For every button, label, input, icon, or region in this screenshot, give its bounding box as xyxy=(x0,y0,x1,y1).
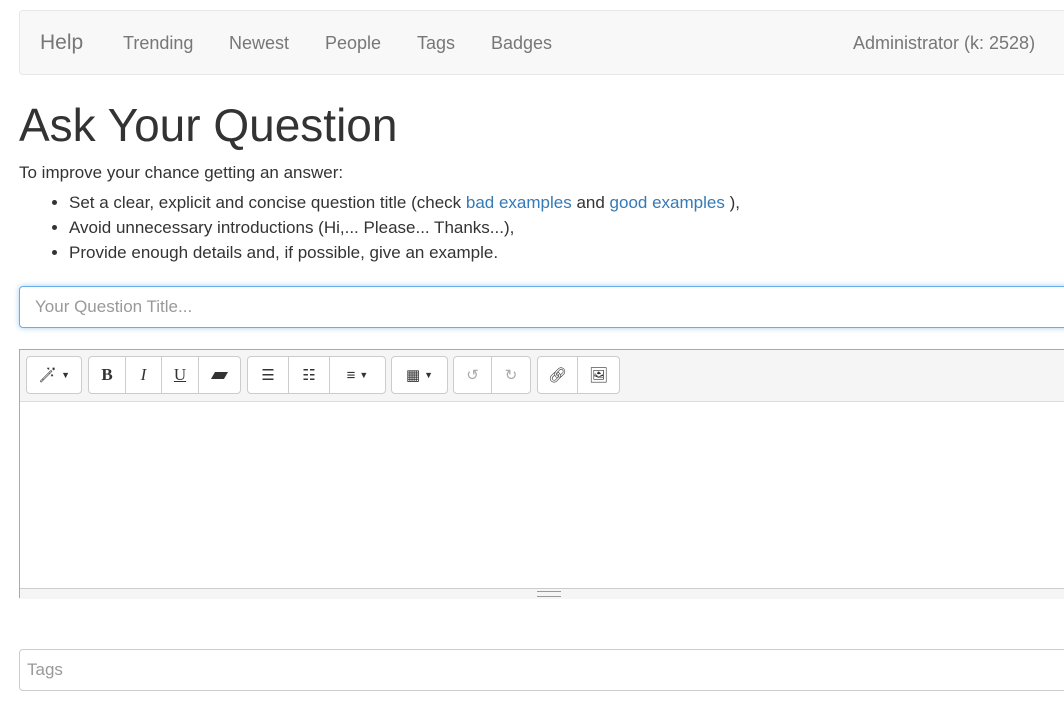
caret-down-icon: ▼ xyxy=(424,370,434,380)
nav-trending[interactable]: Trending xyxy=(123,33,193,54)
redo-icon: ↻ xyxy=(504,367,518,384)
redo-button[interactable]: ↻ xyxy=(492,357,530,393)
ordered-list-button[interactable]: ☷ xyxy=(289,357,330,393)
link-icon: 🔗︎ xyxy=(547,367,568,384)
undo-button[interactable]: ↺ xyxy=(454,357,492,393)
question-title-input[interactable] xyxy=(19,286,1064,328)
insert-group: 🔗︎ 🖼︎ xyxy=(537,356,620,394)
caret-down-icon: ▼ xyxy=(359,370,369,380)
table-icon: ▦ xyxy=(405,367,421,384)
style-group: 🪄︎ ▼ xyxy=(26,356,82,394)
image-icon: 🖼︎ xyxy=(588,367,609,384)
nav-people[interactable]: People xyxy=(325,33,381,54)
clear-format-button[interactable] xyxy=(199,357,240,393)
brand-link[interactable]: Help xyxy=(40,31,83,55)
tip-item: Set a clear, explicit and concise questi… xyxy=(69,190,740,215)
rich-text-editor: 🪄︎ ▼ B I U ☰ ☷ ≡ ▼ ▦ ▼ ↺ ↻ 🔗︎ 🖼︎ xyxy=(19,349,1064,599)
paragraph-group: ☰ ☷ ≡ ▼ xyxy=(247,356,386,394)
link-button[interactable]: 🔗︎ xyxy=(538,357,578,393)
list-ol-icon: ☷ xyxy=(302,367,316,384)
bold-button[interactable]: B xyxy=(89,357,126,393)
good-examples-link[interactable]: good examples xyxy=(610,193,725,212)
unordered-list-button[interactable]: ☰ xyxy=(248,357,289,393)
list-ul-icon: ☰ xyxy=(261,367,275,384)
history-group: ↺ ↻ xyxy=(453,356,531,394)
bad-examples-link[interactable]: bad examples xyxy=(466,193,572,212)
tags-input[interactable] xyxy=(19,649,1064,691)
eraser-icon xyxy=(210,371,229,379)
magic-wand-icon: 🪄︎ xyxy=(38,367,58,384)
caret-down-icon: ▼ xyxy=(61,370,70,380)
table-button[interactable]: ▦ ▼ xyxy=(392,357,447,393)
tip-item: Provide enough details and, if possible,… xyxy=(69,240,740,265)
picture-button[interactable]: 🖼︎ xyxy=(578,357,619,393)
style-button[interactable]: 🪄︎ ▼ xyxy=(27,357,81,393)
align-left-icon: ≡ xyxy=(346,366,356,384)
tips-list: Set a clear, explicit and concise questi… xyxy=(30,190,740,265)
navbar: Help Trending Newest People Tags Badges … xyxy=(19,10,1064,75)
table-group: ▦ ▼ xyxy=(391,356,448,394)
nav-tags[interactable]: Tags xyxy=(417,33,455,54)
italic-button[interactable]: I xyxy=(126,357,162,393)
editor-toolbar: 🪄︎ ▼ B I U ☰ ☷ ≡ ▼ ▦ ▼ ↺ ↻ 🔗︎ 🖼︎ xyxy=(20,350,1064,402)
font-group: B I U xyxy=(88,356,241,394)
editor-body[interactable] xyxy=(20,402,1064,588)
underline-button[interactable]: U xyxy=(162,357,199,393)
nav-badges[interactable]: Badges xyxy=(491,33,552,54)
page-title: Ask Your Question xyxy=(19,99,398,151)
editor-resize-handle[interactable] xyxy=(20,588,1064,599)
nav-newest[interactable]: Newest xyxy=(229,33,289,54)
user-link[interactable]: Administrator (k: 2528) xyxy=(853,33,1035,54)
tip-item: Avoid unnecessary introductions (Hi,... … xyxy=(69,215,740,240)
paragraph-button[interactable]: ≡ ▼ xyxy=(330,357,385,393)
undo-icon: ↺ xyxy=(466,367,479,384)
intro-text: To improve your chance getting an answer… xyxy=(19,163,344,182)
